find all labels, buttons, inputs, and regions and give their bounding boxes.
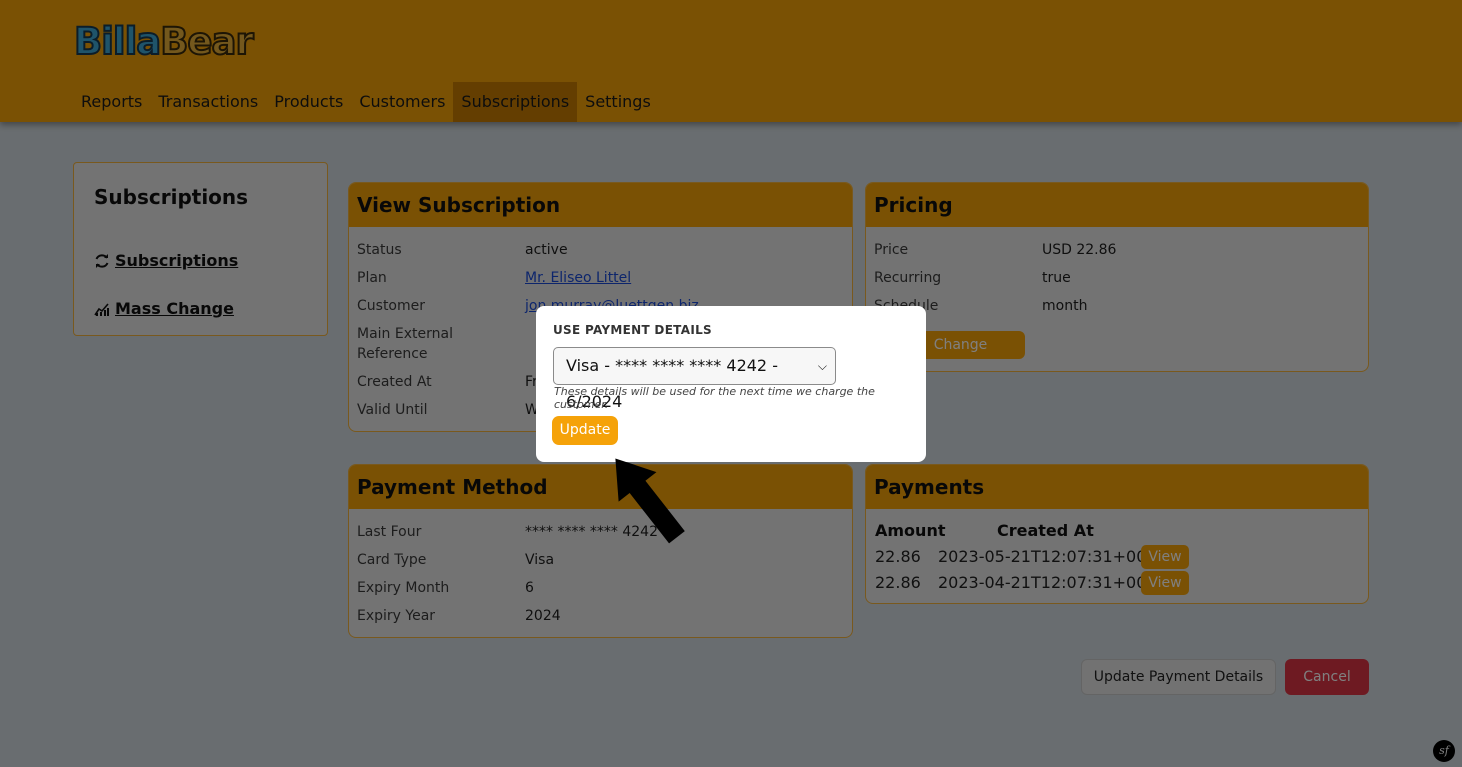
- pointer-arrow-icon: [615, 458, 685, 544]
- chevron-down-icon: ⌵: [817, 359, 827, 373]
- modal-update-button[interactable]: Update: [552, 416, 618, 445]
- modal-hint: These details will be used for the next …: [554, 385, 875, 411]
- payment-details-modal: USE PAYMENT DETAILS Visa - **** **** ***…: [536, 306, 926, 462]
- payment-details-select[interactable]: Visa - **** **** **** 4242 - 6/2024 ⌵: [553, 347, 836, 411]
- modal-title: USE PAYMENT DETAILS: [553, 323, 712, 337]
